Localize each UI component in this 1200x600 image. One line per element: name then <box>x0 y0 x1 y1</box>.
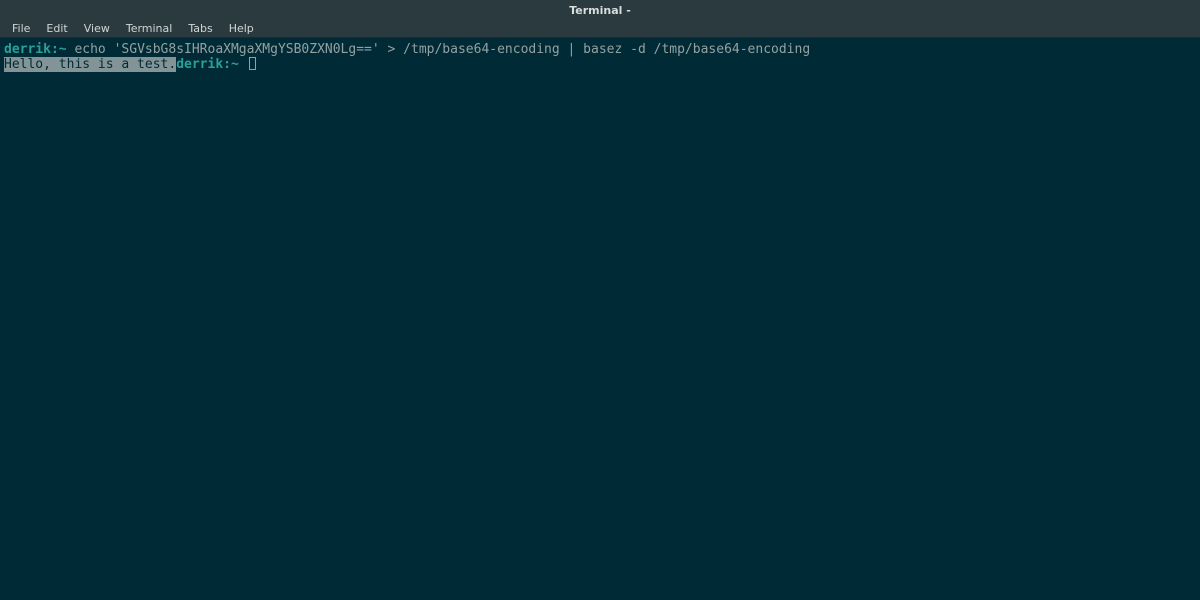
menu-edit[interactable]: Edit <box>38 20 75 37</box>
terminal-viewport[interactable]: derrik:~ echo 'SGVsbG8sIHRoaXMgaXMgYSB0Z… <box>0 38 1200 76</box>
menu-view[interactable]: View <box>76 20 118 37</box>
menu-help[interactable]: Help <box>221 20 262 37</box>
menu-file[interactable]: File <box>4 20 38 37</box>
prompt: derrik:~ <box>176 57 239 72</box>
menu-tabs[interactable]: Tabs <box>180 20 220 37</box>
window-title: Terminal - <box>569 4 631 17</box>
prompt: derrik:~ <box>4 42 67 57</box>
command-text: echo 'SGVsbG8sIHRoaXMgaXMgYSB0ZXN0Lg==' … <box>67 42 811 57</box>
cursor-icon <box>249 57 256 70</box>
terminal-line-2: Hello, this is a test.derrik:~ <box>4 57 1196 72</box>
terminal-line-1: derrik:~ echo 'SGVsbG8sIHRoaXMgaXMgYSB0Z… <box>4 42 1196 57</box>
menu-terminal[interactable]: Terminal <box>118 20 181 37</box>
window-titlebar: Terminal - <box>0 0 1200 20</box>
prompt-space <box>239 57 247 72</box>
menubar: File Edit View Terminal Tabs Help <box>0 20 1200 38</box>
command-output: Hello, this is a test. <box>4 57 176 72</box>
